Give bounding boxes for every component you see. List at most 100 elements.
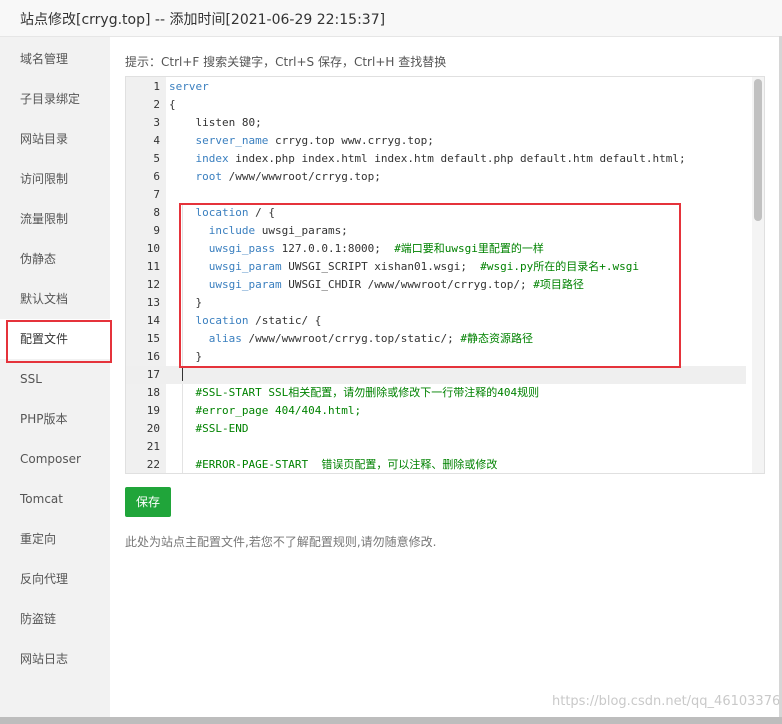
- line-number: 3: [153, 116, 160, 129]
- code-comment: #SSL-START SSL相关配置，请勿删除或修改下一行带注释的404规则: [195, 386, 540, 399]
- sidebar-item-redirect[interactable]: 重定向: [0, 519, 110, 559]
- text-cursor: [182, 367, 183, 381]
- dialog-title: 站点修改[crryg.top] -- 添加时间[2021-06-29 22:15…: [20, 12, 386, 28]
- code-line[interactable]: 13 }: [126, 294, 746, 312]
- code-keyword: uwsgi_param: [169, 260, 282, 273]
- code-keyword: index: [169, 152, 229, 165]
- code-keyword: uwsgi_pass: [169, 242, 275, 255]
- save-button[interactable]: 保存: [125, 487, 171, 517]
- code-line[interactable]: 19 #error_page 404/404.html;: [126, 402, 746, 420]
- sidebar-item-config-file[interactable]: 配置文件: [0, 319, 110, 359]
- sidebar-item-tomcat[interactable]: Tomcat: [0, 479, 110, 519]
- code-line[interactable]: 1 server: [126, 78, 746, 96]
- line-text: }: [169, 294, 202, 312]
- line-number: 19: [146, 404, 160, 417]
- line-text: uwsgi_pass 127.0.0.1:8000; #端口要和uwsgi里配置…: [169, 240, 544, 258]
- config-editor[interactable]: 1 server 2{3 listen 80; 4 server_name crryg…: [125, 76, 765, 474]
- code-line[interactable]: 22 #ERROR-PAGE-START 错误页配置，可以注释、删除或修改: [126, 456, 746, 473]
- line-number: 13: [146, 296, 160, 309]
- line-text: #SSL-END: [169, 420, 249, 438]
- code-text: UWSGI_CHDIR /www/wwwroot/crryg.top/;: [281, 278, 534, 291]
- line-number: 16: [146, 350, 160, 363]
- sidebar-item-site-log[interactable]: 网站日志: [0, 639, 110, 679]
- sidebar-item-rewrite[interactable]: 伪静态: [0, 239, 110, 279]
- line-number: 7: [153, 188, 160, 201]
- code-line[interactable]: 16 }: [126, 348, 746, 366]
- code-line[interactable]: 21: [126, 438, 746, 456]
- code-line[interactable]: 7: [126, 186, 746, 204]
- line-number: 2: [153, 98, 160, 111]
- line-number: 17: [146, 368, 160, 381]
- line-text: root /www/wwwroot/crryg.top;: [169, 168, 381, 186]
- code-text: /www/wwwroot/crryg.top;: [221, 170, 381, 183]
- code-line[interactable]: 10 uwsgi_pass 127.0.0.1:8000; #端口要和uwsgi…: [126, 240, 746, 258]
- sidebar-item-domain[interactable]: 域名管理: [0, 39, 110, 79]
- code-line[interactable]: 9 include uwsgi_params;: [126, 222, 746, 240]
- line-number: 10: [146, 242, 160, 255]
- line-text: include uwsgi_params;: [169, 222, 348, 240]
- code-text: crryg.top www.crryg.top;: [268, 134, 434, 147]
- code-comment: #端口要和uwsgi里配置的一样: [394, 242, 544, 255]
- code-line[interactable]: 17: [126, 366, 746, 384]
- line-number: 22: [146, 458, 160, 471]
- line-text: #SSL-START SSL相关配置，请勿删除或修改下一行带注释的404规则: [169, 384, 540, 402]
- config-warning-note: 此处为站点主配置文件,若您不了解配置规则,请勿随意修改.: [125, 535, 437, 549]
- code-line[interactable]: 12 uwsgi_param UWSGI_CHDIR /www/wwwroot/…: [126, 276, 746, 294]
- line-text: server_name crryg.top www.crryg.top;: [169, 132, 434, 150]
- sidebar-item-subdir[interactable]: 子目录绑定: [0, 79, 110, 119]
- code-line[interactable]: 8 location / {: [126, 204, 746, 222]
- code-keyword: server: [169, 80, 209, 93]
- code-line[interactable]: 3 listen 80;: [126, 114, 746, 132]
- keyboard-hint: 提示：Ctrl+F 搜索关键字，Ctrl+S 保存，Ctrl+H 查找替换: [125, 55, 447, 69]
- sidebar-item-composer[interactable]: Composer: [0, 439, 110, 479]
- sidebar-item-ssl[interactable]: SSL: [0, 359, 110, 399]
- line-text: alias /www/wwwroot/crryg.top/static/; #静…: [169, 330, 533, 348]
- watermark: https://blog.csdn.net/qq_46103376: [552, 694, 781, 709]
- code-line[interactable]: 18 #SSL-START SSL相关配置，请勿删除或修改下一行带注释的404规…: [126, 384, 746, 402]
- line-text: #ERROR-PAGE-START 错误页配置，可以注释、删除或修改: [169, 456, 498, 473]
- line-text: }: [169, 348, 202, 366]
- line-number: 18: [146, 386, 160, 399]
- line-text: #error_page 404/404.html;: [169, 402, 362, 420]
- code-text: uwsgi_params;: [255, 224, 348, 237]
- code-line[interactable]: 4 server_name crryg.top www.crryg.top;: [126, 132, 746, 150]
- line-text: listen 80;: [169, 114, 261, 132]
- code-line[interactable]: 5 index index.php index.html index.htm d…: [126, 150, 746, 168]
- code-line[interactable]: 11 uwsgi_param UWSGI_SCRIPT xishan01.wsg…: [126, 258, 746, 276]
- code-comment: #SSL-END: [195, 422, 249, 435]
- line-number: 6: [153, 170, 160, 183]
- sidebar-item-traffic[interactable]: 流量限制: [0, 199, 110, 239]
- code-line[interactable]: 6 root /www/wwwroot/crryg.top;: [126, 168, 746, 186]
- line-number: 8: [153, 206, 160, 219]
- code-comment: #项目路径: [533, 278, 584, 291]
- sidebar-item-site-dir[interactable]: 网站目录: [0, 119, 110, 159]
- line-number: 5: [153, 152, 160, 165]
- sidebar-item-hotlink[interactable]: 防盗链: [0, 599, 110, 639]
- line-number: 15: [146, 332, 160, 345]
- sidebar-item-default-doc[interactable]: 默认文档: [0, 279, 110, 319]
- line-text: uwsgi_param UWSGI_SCRIPT xishan01.wsgi; …: [169, 258, 639, 276]
- sidebar-item-reverse-proxy[interactable]: 反向代理: [0, 559, 110, 599]
- sidebar-item-php-version[interactable]: PHP版本: [0, 399, 110, 439]
- line-number: 21: [146, 440, 160, 453]
- code-keyword: root: [169, 170, 222, 183]
- line-text: index index.php index.html index.htm def…: [169, 150, 685, 168]
- code-comment: #ERROR-PAGE-START 错误页配置，可以注释、删除或修改: [195, 458, 498, 471]
- code-keyword: location: [169, 206, 249, 219]
- code-line[interactable]: 20 #SSL-END: [126, 420, 746, 438]
- dialog-titlebar: 站点修改[crryg.top] -- 添加时间[2021-06-29 22:15…: [0, 0, 782, 37]
- sidebar-item-access[interactable]: 访问限制: [0, 159, 110, 199]
- code-line[interactable]: 14 location /static/ {: [126, 312, 746, 330]
- code-comment: #静态资源路径: [460, 332, 534, 345]
- code-line[interactable]: 2{: [126, 96, 746, 114]
- sidebar: 域名管理 子目录绑定 网站目录 访问限制 流量限制 伪静态 默认文档 配置文件 …: [0, 37, 110, 717]
- code-text: UWSGI_SCRIPT xishan01.wsgi;: [281, 260, 481, 273]
- code-text: }: [169, 296, 203, 309]
- line-text: uwsgi_param UWSGI_CHDIR /www/wwwroot/crr…: [169, 276, 584, 294]
- scrollbar-thumb[interactable]: [754, 79, 762, 221]
- code-line[interactable]: 15 alias /www/wwwroot/crryg.top/static/;…: [126, 330, 746, 348]
- code-text: /www/wwwroot/crryg.top/static/;: [241, 332, 461, 345]
